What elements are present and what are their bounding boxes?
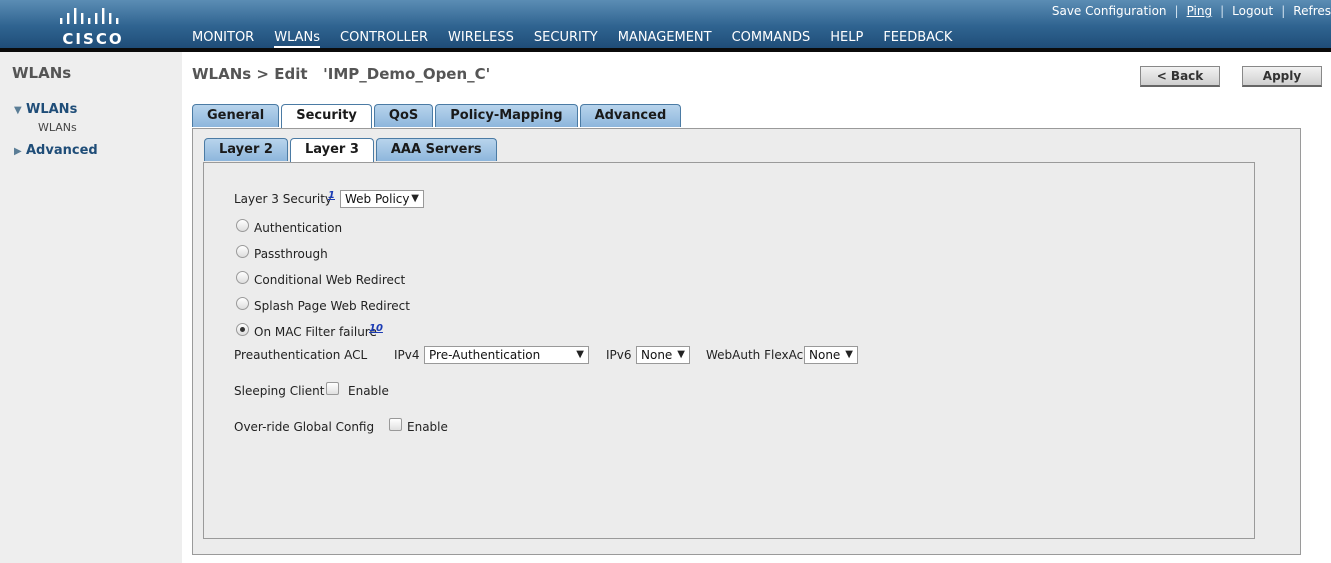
override-enable-label: Enable	[407, 420, 448, 434]
splash-page-web-redirect-label: Splash Page Web Redirect	[254, 299, 410, 313]
triangle-down-icon: ▼	[14, 105, 22, 116]
select-value: None	[809, 348, 841, 362]
select-value: None	[641, 348, 673, 362]
sidebar-item-label: WLANs	[26, 102, 78, 117]
tab-security[interactable]: Security	[281, 104, 372, 128]
webauth-flexacl-label: WebAuth FlexAcl	[706, 348, 807, 362]
caret-down-icon: ▼	[411, 193, 419, 204]
sleeping-client-enable-label: Enable	[348, 384, 389, 398]
tab-general[interactable]: General	[192, 104, 280, 127]
ping-link[interactable]: Ping	[1187, 4, 1213, 18]
refresh-link[interactable]: Refres	[1293, 4, 1331, 18]
on-mac-filter-failure-radio[interactable]	[236, 323, 249, 336]
logout-link[interactable]: Logout	[1232, 4, 1273, 18]
cisco-logo: CISCO	[58, 6, 128, 48]
page-title: WLANs > Edit 'IMP_Demo_Open_C'	[192, 65, 491, 83]
footnote-1-link[interactable]: 1	[328, 190, 335, 201]
tab-policy-mapping[interactable]: Policy-Mapping	[435, 104, 578, 127]
back-button[interactable]: < Back	[1140, 66, 1220, 87]
save-configuration-link[interactable]: Save Configuration	[1052, 4, 1167, 18]
tab-aaa-servers[interactable]: AAA Servers	[375, 138, 497, 161]
override-global-config-label: Over-ride Global Config	[234, 420, 375, 434]
sub-tabs: Layer 2 Layer 3 AAA Servers	[204, 138, 499, 162]
nav-commands[interactable]: COMMANDS	[732, 30, 811, 48]
tab-layer-2[interactable]: Layer 2	[204, 138, 288, 161]
ipv4-acl-select[interactable]: Pre-Authentication ▼	[424, 346, 589, 364]
caret-down-icon: ▼	[576, 349, 584, 360]
webauth-flexacl-select[interactable]: None ▼	[804, 346, 858, 364]
splash-page-web-redirect-radio[interactable]	[236, 297, 249, 310]
caret-down-icon: ▼	[845, 349, 853, 360]
on-mac-filter-failure-label: On MAC Filter failure	[254, 325, 377, 339]
footnote-10-link[interactable]: 10	[369, 323, 383, 334]
authentication-radio[interactable]	[236, 219, 249, 232]
ipv6-acl-select[interactable]: None ▼	[636, 346, 690, 364]
caret-down-icon: ▼	[677, 349, 685, 360]
authentication-label: Authentication	[254, 221, 343, 235]
logo-text: CISCO	[62, 30, 124, 48]
passthrough-label: Passthrough	[254, 247, 328, 261]
top-header: CISCO MONITOR WLANs CONTROLLER WIRELESS …	[0, 0, 1331, 52]
separator: |	[1174, 4, 1179, 18]
select-value: Pre-Authentication	[429, 348, 541, 362]
triangle-right-icon: ▶	[14, 146, 22, 157]
cisco-bars-icon	[60, 8, 119, 24]
sidebar-item-label: Advanced	[26, 143, 98, 158]
sidebar-subitem-wlans[interactable]: WLANs	[38, 121, 77, 134]
sidebar-item-wlans[interactable]: ▼ WLANs	[14, 102, 77, 117]
nav-feedback[interactable]: FEEDBACK	[883, 30, 952, 48]
apply-button[interactable]: Apply	[1242, 66, 1322, 87]
separator: |	[1281, 4, 1286, 18]
sidebar-item-advanced[interactable]: ▶ Advanced	[14, 143, 98, 158]
sleeping-client-checkbox[interactable]	[326, 382, 339, 395]
utility-links: Save Configuration | Ping | Logout | Ref…	[1052, 4, 1331, 18]
passthrough-radio[interactable]	[236, 245, 249, 258]
ipv4-label: IPv4	[394, 348, 420, 362]
separator: |	[1220, 4, 1225, 18]
left-sidebar: WLANs ▼ WLANs WLANs ▶ Advanced	[0, 52, 182, 563]
nav-security[interactable]: SECURITY	[534, 30, 598, 48]
tab-advanced[interactable]: Advanced	[579, 104, 682, 127]
select-value: Web Policy	[345, 192, 410, 206]
sleeping-client-label: Sleeping Client	[234, 384, 325, 398]
preauth-acl-label: Preauthentication ACL	[234, 348, 368, 362]
nav-controller[interactable]: CONTROLLER	[340, 30, 428, 48]
conditional-web-redirect-label: Conditional Web Redirect	[254, 273, 406, 287]
conditional-web-redirect-radio[interactable]	[236, 271, 249, 284]
layer3-security-select[interactable]: Web Policy ▼	[340, 190, 424, 208]
override-global-config-checkbox[interactable]	[389, 418, 402, 431]
tab-layer-3[interactable]: Layer 3	[289, 138, 374, 162]
tab-qos[interactable]: QoS	[373, 104, 434, 127]
nav-wlans[interactable]: WLANs	[274, 30, 321, 48]
top-nav: MONITOR WLANs CONTROLLER WIRELESS SECURI…	[192, 30, 972, 48]
nav-wireless[interactable]: WIRELESS	[448, 30, 514, 48]
nav-monitor[interactable]: MONITOR	[192, 30, 254, 48]
nav-help[interactable]: HELP	[830, 30, 863, 48]
ipv6-label: IPv6	[606, 348, 632, 362]
main-tabs: General Security QoS Policy-Mapping Adva…	[192, 104, 683, 128]
sidebar-title: WLANs	[12, 64, 72, 82]
nav-management[interactable]: MANAGEMENT	[618, 30, 712, 48]
layer3-security-label: Layer 3 Security	[234, 192, 332, 206]
